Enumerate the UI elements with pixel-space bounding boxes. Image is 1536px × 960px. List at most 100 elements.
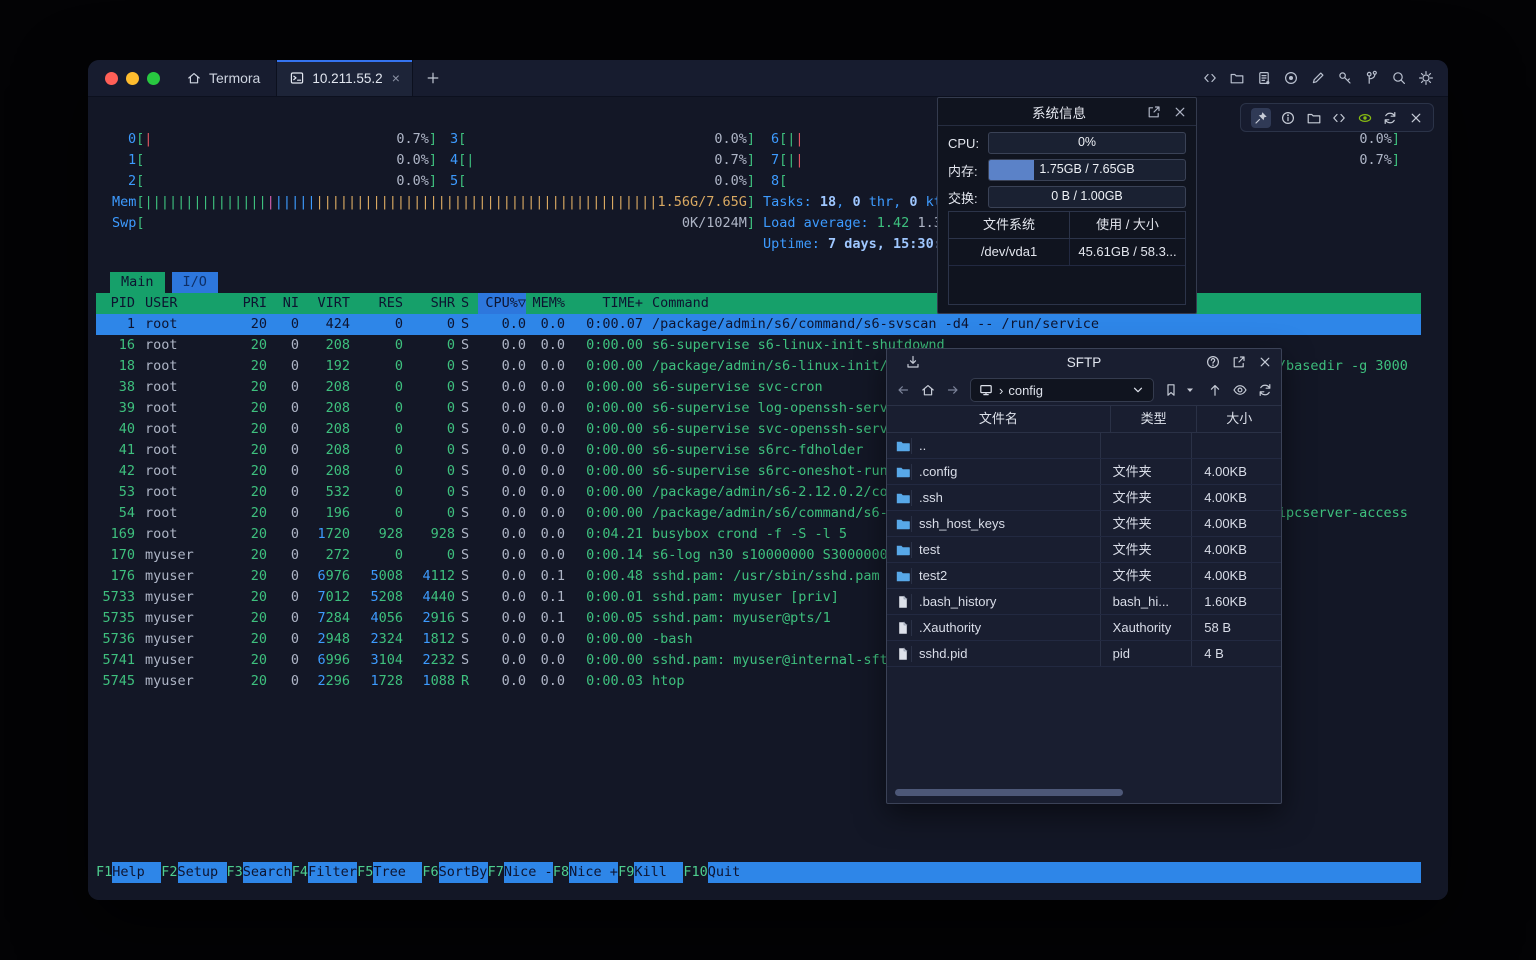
process-table-header[interactable]: PIDUSERPRINIVIRTRESSHRSCPU%▽MEM%TIME+Com… [96,293,1421,314]
column-header-s[interactable]: S [455,293,478,314]
file-column-header-type[interactable]: 类型 [1111,406,1198,432]
bookmark-icon[interactable] [1163,382,1179,398]
keychain-icon[interactable] [1364,70,1380,86]
close-icon[interactable] [1257,354,1273,370]
process-row-pid-1[interactable]: 1root20042400S0.00.00:00.07/package/admi… [96,314,1421,335]
fnkey-f6[interactable]: F6 [422,862,438,883]
record-icon[interactable] [1283,70,1299,86]
column-header-virt[interactable]: VIRT [299,293,350,314]
fnbar-filler [757,862,1421,883]
column-header-pid[interactable]: PID [96,293,135,314]
file-row[interactable]: .config文件夹4.00KB [887,459,1281,485]
session-tab[interactable]: 10.211.55.2 × [276,60,413,96]
search-icon[interactable] [1391,70,1407,86]
fnkey-f5[interactable]: F5 [357,862,373,883]
file-row[interactable]: .ssh文件夹4.00KB [887,485,1281,511]
file-row[interactable]: .. [887,433,1281,459]
file-row[interactable]: test2文件夹4.00KB [887,563,1281,589]
file-row[interactable]: .XauthorityXauthority58 B [887,615,1281,641]
column-header-pri[interactable]: PRI [225,293,267,314]
fs-column-header: 文件系统 [949,212,1070,238]
uptime-line: Uptime: 7 days, 15:30:12 [763,234,958,255]
minimize-window-button[interactable] [126,72,139,85]
sftp-titlebar: SFTP [887,349,1281,375]
column-header-cpu[interactable]: CPU%▽ [478,293,526,314]
file-row[interactable]: test文件夹4.00KB [887,537,1281,563]
fnkey-label-f2[interactable]: Setup [178,862,227,883]
close-tab-icon[interactable]: × [392,70,400,86]
bookmark-caret-icon[interactable] [1182,382,1198,398]
chevron-down-icon[interactable] [1130,382,1146,398]
fnkey-f2[interactable]: F2 [161,862,177,883]
zoom-window-button[interactable] [147,72,160,85]
forward-icon[interactable] [945,382,961,398]
column-header-user[interactable]: USER [135,293,225,314]
fnkey-label-f4[interactable]: Filter [308,862,357,883]
open-in-new-icon[interactable] [1231,354,1247,370]
column-header-res[interactable]: RES [350,293,403,314]
code-icon[interactable] [1331,110,1347,126]
show-hidden-icon[interactable] [1232,382,1248,398]
fnkey-f1[interactable]: F1 [96,862,112,883]
horizontal-scrollbar[interactable] [895,789,1123,796]
fnkey-label-f10[interactable]: Quit [708,862,757,883]
code-icon[interactable] [1202,70,1218,86]
filesystem-table-header: 文件系统使用 / 大小 [949,212,1185,239]
meter-row-1: 内存:1.75GB / 7.65GB [948,160,1186,180]
help-icon[interactable] [1205,354,1221,370]
folder-icon[interactable] [1306,110,1322,126]
upload-icon[interactable] [1207,382,1223,398]
file-table-header[interactable]: 文件名类型大小 [887,405,1281,433]
fnkey-f7[interactable]: F7 [488,862,504,883]
fnkey-label-f8[interactable]: Nice + [569,862,618,883]
pencil-icon[interactable] [1310,70,1326,86]
fnkey-f3[interactable]: F3 [227,862,243,883]
fnkey-f9[interactable]: F9 [618,862,634,883]
file-column-header-size[interactable]: 大小 [1197,406,1281,432]
refresh-icon[interactable] [1257,382,1273,398]
column-header-shr[interactable]: SHR [403,293,455,314]
column-header-time[interactable]: TIME+ [565,293,643,314]
open-in-new-icon[interactable] [1146,104,1162,120]
download-icon[interactable] [905,354,921,370]
fnkey-label-f1[interactable]: Help [112,862,161,883]
htop-tab-io[interactable]: I/O [172,272,218,293]
fnkey-label-f6[interactable]: SortBy [439,862,488,883]
htop-tab-main[interactable]: Main [110,272,165,293]
nvidia-icon[interactable] [1357,110,1373,126]
new-tab-button[interactable] [425,70,441,86]
file-column-header-name[interactable]: 文件名 [887,406,1111,432]
key-icon[interactable] [1337,70,1353,86]
document-icon[interactable] [1256,70,1272,86]
file-row[interactable]: .bash_historybash_hi...1.60KB [887,589,1281,615]
close-icon[interactable] [1408,110,1424,126]
current-folder: config [1008,383,1043,398]
folder-icon[interactable] [1229,70,1245,86]
column-header-mem[interactable]: MEM% [526,293,565,314]
path-breadcrumb[interactable]: › config [970,378,1154,402]
folder-fill-icon [895,516,912,532]
home-icon[interactable] [920,382,936,398]
file-row[interactable]: sshd.pidpid4 B [887,641,1281,667]
close-icon[interactable] [1172,104,1188,120]
gear-icon[interactable] [1418,70,1434,86]
app-home-tab[interactable]: Termora [186,70,260,86]
sftp-title: SFTP [973,355,1195,370]
cpu-meter-5: 5[0.0%] [450,171,755,192]
close-window-button[interactable] [105,72,118,85]
pin-icon[interactable] [1251,108,1271,128]
fnkey-f8[interactable]: F8 [553,862,569,883]
fnkey-label-f9[interactable]: Kill [634,862,683,883]
refresh-icon[interactable] [1382,110,1398,126]
fnkey-label-f5[interactable]: Tree [373,862,422,883]
fnkey-f4[interactable]: F4 [292,862,308,883]
file-row[interactable]: ssh_host_keys文件夹4.00KB [887,511,1281,537]
floating-toolstrip [1240,103,1434,132]
fnkey-f10[interactable]: F10 [683,862,707,883]
fnkey-label-f7[interactable]: Nice - [504,862,553,883]
column-header-ni[interactable]: NI [267,293,299,314]
back-icon[interactable] [895,382,911,398]
cpu-meter-2: 2[0.0%] [128,171,437,192]
info-icon[interactable] [1280,110,1296,126]
fnkey-label-f3[interactable]: Search [243,862,292,883]
